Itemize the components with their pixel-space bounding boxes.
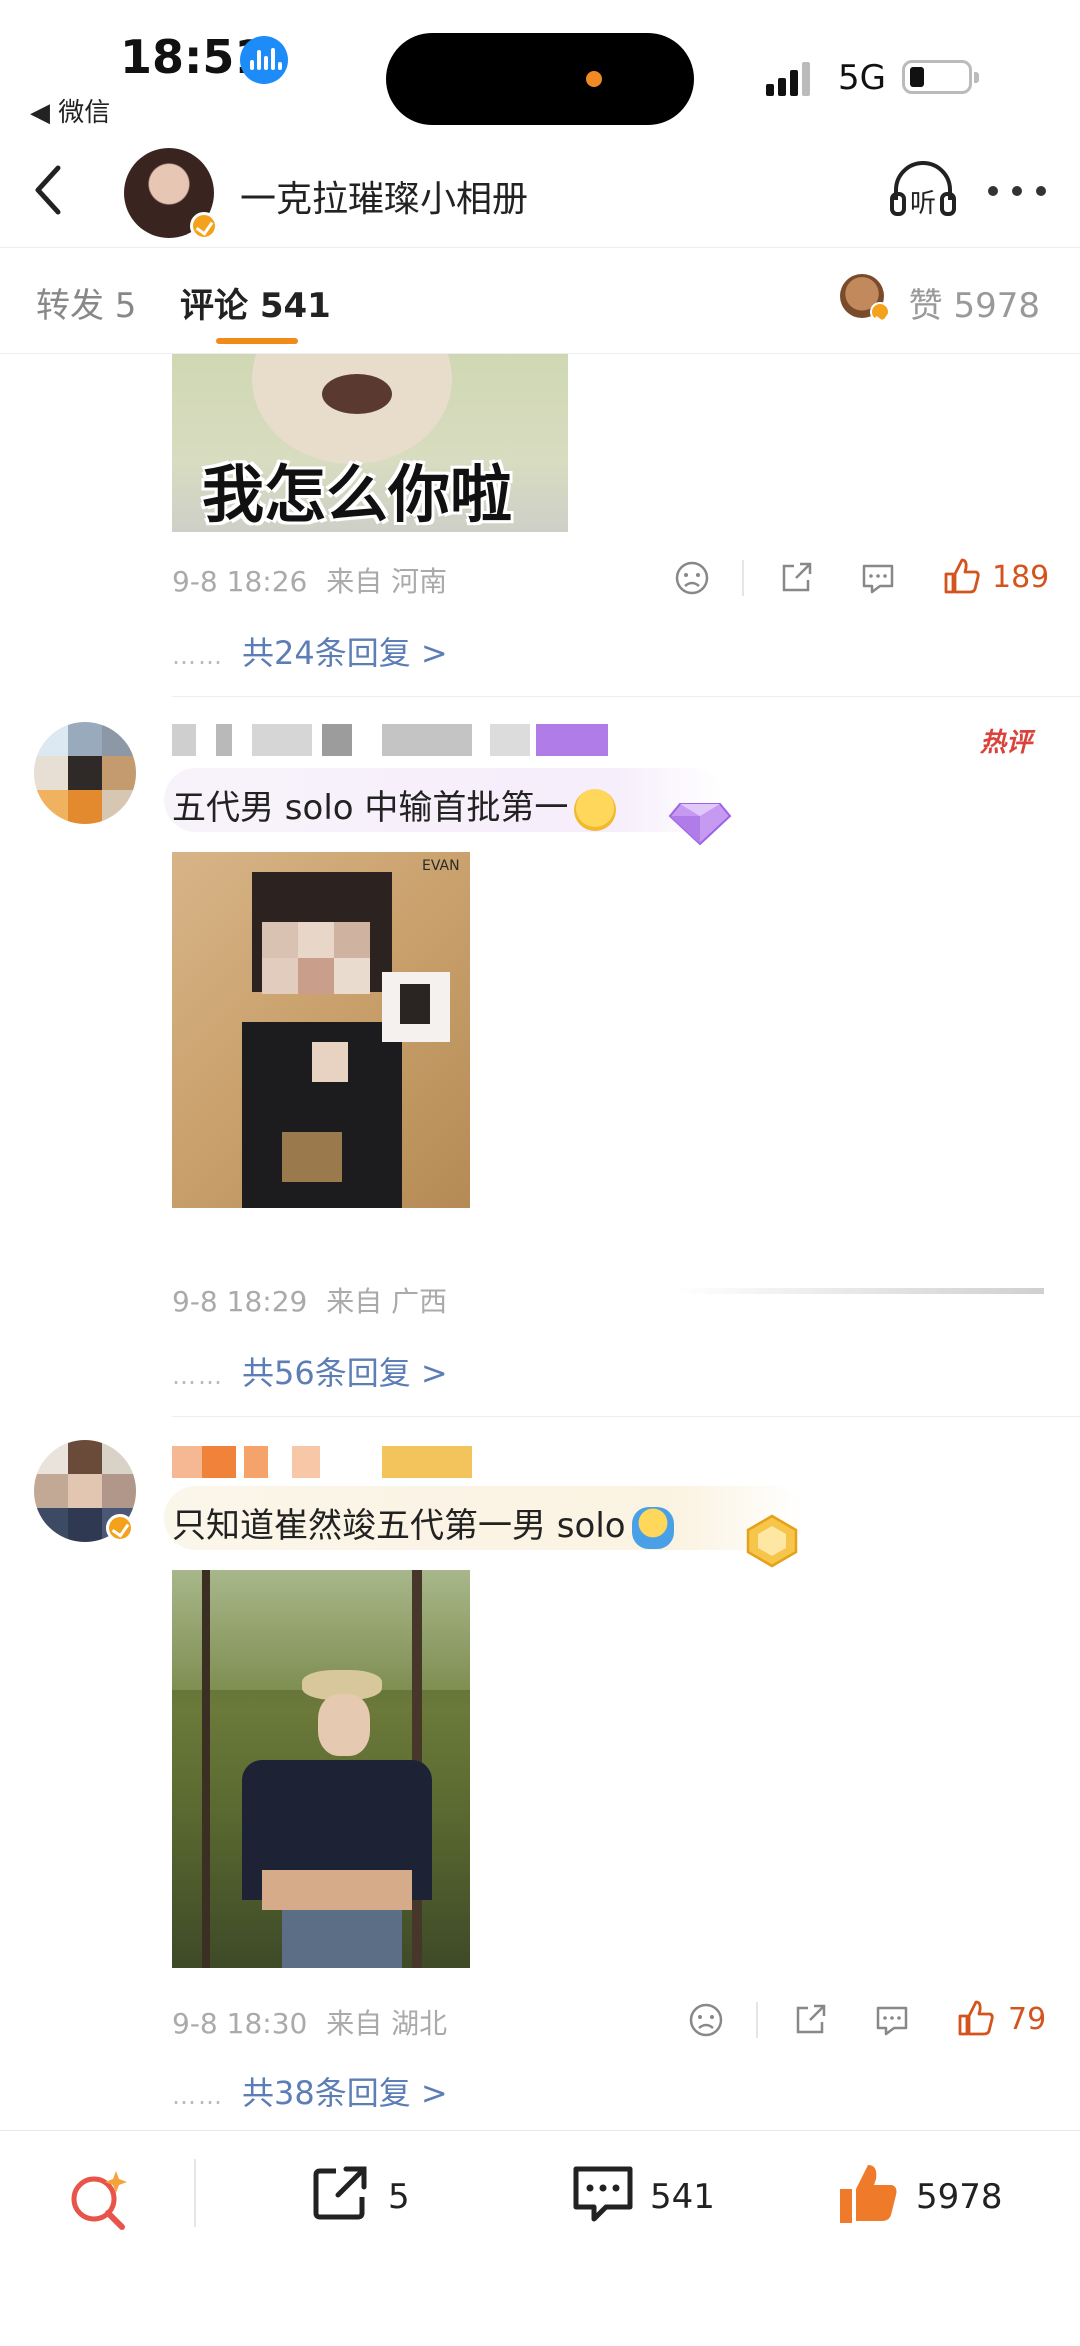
comment-image[interactable]: 我怎么你啦 — [172, 354, 568, 532]
active-tab-indicator — [216, 338, 298, 344]
author-name[interactable]: 一克拉璀璨小相册 — [240, 170, 528, 222]
listen-button[interactable]: 听 — [888, 160, 958, 220]
comment-location: 来自 河南 — [326, 565, 448, 598]
comment-time: 9-8 18:30 — [172, 2007, 308, 2040]
network-type: 5G — [838, 58, 886, 98]
more-icon — [988, 186, 998, 196]
headphones-icon: 听 — [890, 161, 956, 219]
comment-time: 9-8 18:29 — [172, 1285, 308, 1318]
view-replies-link[interactable]: …… 共24条回复 > — [172, 628, 448, 674]
bottom-action-bar: 5 541 5978 — [0, 2130, 1080, 2346]
liker-avatar — [840, 274, 890, 322]
comment-meta: 9-8 18:29 来自 广西 — [172, 1280, 447, 1320]
tab-bar: 转发 5 评论 541 赞 5978 — [0, 248, 1080, 354]
battery-icon — [902, 60, 979, 94]
bottom-bar-divider — [194, 2159, 196, 2227]
more-button[interactable] — [988, 186, 1048, 198]
commenter-name-redacted[interactable] — [172, 1446, 472, 1478]
chevron-left-icon — [35, 165, 61, 215]
comment-count: 541 — [650, 2177, 715, 2217]
action-divider — [742, 560, 744, 596]
comment-meta: 9-8 18:26 来自 河南 — [172, 560, 447, 600]
commenter-avatar[interactable] — [34, 722, 136, 824]
tab-comments[interactable]: 评论 541 — [180, 278, 331, 327]
verified-badge-icon — [190, 212, 218, 240]
like-icon[interactable] — [942, 556, 982, 596]
gold-badge-icon — [746, 1514, 798, 1568]
share-icon[interactable] — [790, 2000, 830, 2040]
dislike-icon[interactable] — [672, 558, 712, 598]
voice-wave-icon — [240, 36, 288, 84]
thumbs-up-icon — [840, 2165, 897, 2223]
listen-label: 听 — [910, 189, 936, 219]
nav-bar: 一克拉璀璨小相册 听 — [0, 130, 1080, 248]
comment-icon[interactable] — [858, 558, 898, 598]
comment-photo[interactable]: EVAN — [172, 852, 470, 1208]
comment-time: 9-8 18:26 — [172, 565, 308, 598]
verified-badge-icon — [106, 1514, 134, 1542]
signal-icon — [766, 62, 818, 96]
comment-text-content: 只知道崔然竣五代第一男 solo — [172, 1506, 626, 1546]
comment-photo[interactable] — [172, 1570, 470, 1968]
sparkle-search-icon[interactable] — [66, 2167, 132, 2233]
share-icon[interactable] — [776, 558, 816, 598]
comment-divider — [172, 696, 1080, 697]
action-divider — [756, 2002, 758, 2038]
view-replies-link[interactable]: …… 共38条回复 > — [172, 2068, 448, 2114]
hug-emoji-icon — [631, 1506, 674, 1549]
meme-caption: 我怎么你啦 — [202, 458, 513, 531]
repost-count: 5 — [388, 2177, 410, 2217]
verified-badge-icon — [870, 302, 890, 322]
comment-text: 只知道崔然竣五代第一男 solo — [172, 1498, 674, 1549]
comment-meta: 9-8 18:30 来自 湖北 — [172, 2002, 447, 2042]
tab-likes[interactable]: 赞 5978 — [909, 278, 1040, 327]
smile-emoji-icon — [574, 788, 617, 831]
replies-count: 共24条回复 > — [242, 634, 448, 672]
back-button[interactable] — [26, 160, 76, 220]
tab-reposts[interactable]: 转发 5 — [36, 278, 136, 327]
view-replies-link[interactable]: …… 共56条回复 > — [172, 1348, 448, 1394]
back-to-app-link[interactable]: ◀ 微信 — [30, 92, 110, 129]
comment-icon[interactable] — [872, 2000, 912, 2040]
comment-location: 来自 广西 — [326, 1285, 448, 1318]
dislike-icon[interactable] — [686, 2000, 726, 2040]
status-bar: 18:51 ◀ 微信 5G — [0, 0, 1080, 130]
comment-text: 五代男 solo 中输首批第一 — [172, 780, 617, 831]
comment-bubble-icon — [573, 2166, 633, 2222]
blurred-actions — [676, 1288, 1044, 1294]
author-avatar[interactable] — [124, 148, 218, 240]
like-count: 79 — [1008, 2002, 1047, 2037]
photo-watermark: EVAN — [422, 858, 460, 874]
comment-divider — [172, 1416, 1080, 1417]
hot-comment-badge: 热评 — [980, 728, 1033, 758]
comment-location: 来自 湖北 — [326, 2007, 448, 2040]
commenter-name-redacted[interactable] — [172, 724, 622, 756]
replies-count: 共56条回复 > — [242, 1354, 448, 1392]
like-icon[interactable] — [956, 1998, 996, 2038]
like-count: 5978 — [916, 2177, 1003, 2217]
repost-icon — [313, 2166, 367, 2220]
replies-count: 共38条回复 > — [242, 2074, 448, 2112]
dynamic-island — [386, 33, 694, 125]
comment-text-content: 五代男 solo 中输首批第一 — [172, 788, 569, 828]
diamond-badge-icon — [668, 803, 732, 846]
like-count: 189 — [992, 560, 1050, 595]
